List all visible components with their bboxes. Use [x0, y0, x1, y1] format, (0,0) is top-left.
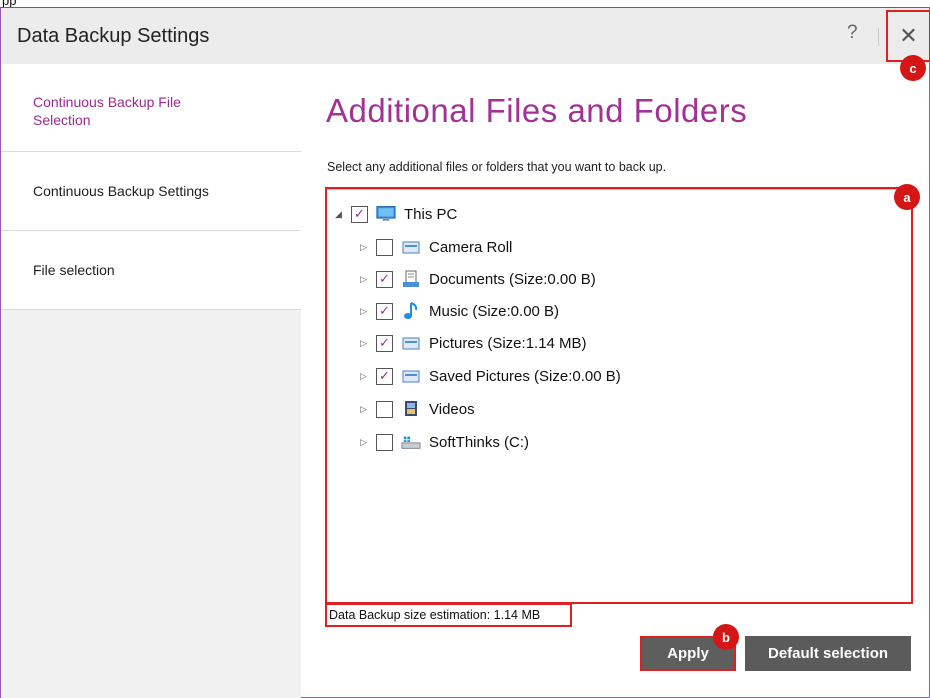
- folder-icon: [401, 334, 421, 352]
- folder-icon: [401, 367, 421, 385]
- tree-item-softthinks-drive[interactable]: ▷ SoftThinks (C:): [360, 430, 529, 454]
- tree-label: Camera Roll: [429, 238, 513, 256]
- tree-label: Saved Pictures (Size:0.00 B): [429, 367, 621, 385]
- tree-label: This PC: [404, 205, 458, 223]
- tree-item-videos[interactable]: ▷ Videos: [360, 397, 475, 421]
- tree-label: Music (Size:0.00 B): [429, 302, 560, 320]
- page-title: Additional Files and Folders: [326, 92, 748, 129]
- documents-icon: [401, 270, 421, 288]
- expand-triangle-icon[interactable]: ▷: [360, 242, 374, 253]
- collapse-triangle-icon[interactable]: ◢: [335, 209, 349, 220]
- page-description: Select any additional files or folders t…: [327, 160, 667, 174]
- sidebar: Continuous Backup File Selection Continu…: [1, 64, 301, 698]
- annotation-marker-b: b: [713, 624, 739, 650]
- expand-triangle-icon[interactable]: ▷: [360, 338, 374, 349]
- size-estimation: Data Backup size estimation: 1.14 MB: [325, 603, 572, 627]
- annotation-marker-a: a: [894, 184, 920, 210]
- annotation-marker-c: c: [900, 55, 926, 81]
- expand-triangle-icon[interactable]: ▷: [360, 371, 374, 382]
- folder-icon: [401, 238, 421, 256]
- titlebar-divider: [878, 28, 879, 46]
- sidebar-item-label: File selection: [33, 262, 115, 278]
- title-bar: Data Backup Settings ? ✕: [1, 8, 930, 64]
- checkbox-saved-pictures[interactable]: ✓: [376, 367, 393, 385]
- window-title: Data Backup Settings: [17, 25, 210, 47]
- checkbox-pictures[interactable]: ✓: [376, 334, 393, 352]
- checkbox-documents[interactable]: ✓: [376, 270, 393, 288]
- videos-icon: [401, 400, 421, 418]
- expand-triangle-icon[interactable]: ▷: [360, 437, 374, 448]
- tree-label: Documents (Size:0.00 B): [429, 270, 596, 288]
- default-selection-button[interactable]: Default selection: [745, 636, 911, 671]
- expand-triangle-icon[interactable]: ▷: [360, 306, 374, 317]
- tree-label: Pictures (Size:1.14 MB): [429, 334, 587, 352]
- checkbox-music[interactable]: ✓: [376, 302, 393, 320]
- tree-label: Videos: [429, 400, 475, 418]
- tree-label: SoftThinks (C:): [429, 433, 530, 451]
- sidebar-item-label: Continuous Backup Settings: [33, 183, 209, 199]
- drive-icon: [401, 433, 421, 451]
- tree-item-music[interactable]: ▷ ✓ Music (Size:0.00 B): [360, 299, 559, 323]
- checkbox-this-pc[interactable]: ✓: [351, 205, 368, 223]
- close-button[interactable]: ✕: [886, 10, 930, 62]
- checkbox-videos[interactable]: [376, 400, 393, 418]
- sidebar-item-label: Continuous Backup File Selection: [33, 94, 181, 128]
- close-icon: ✕: [899, 23, 918, 48]
- sidebar-item-continuous-backup-file-selection[interactable]: Continuous Backup File Selection: [1, 64, 301, 152]
- checkbox-softthinks[interactable]: [376, 433, 393, 451]
- tree-item-documents[interactable]: ▷ ✓ Documents (Size:0.00 B): [360, 267, 596, 291]
- sidebar-item-continuous-backup-settings[interactable]: Continuous Backup Settings: [1, 152, 301, 231]
- expand-triangle-icon[interactable]: ▷: [360, 274, 374, 285]
- file-tree: ◢ ✓ This PC ▷ Camera Roll ▷ ✓ Documents …: [325, 187, 913, 604]
- tree-root-this-pc[interactable]: ◢ ✓ This PC: [335, 202, 457, 226]
- tree-item-saved-pictures[interactable]: ▷ ✓ Saved Pictures (Size:0.00 B): [360, 364, 621, 388]
- music-icon: [401, 302, 421, 320]
- checkbox-camera-roll[interactable]: [376, 238, 393, 256]
- tree-item-camera-roll[interactable]: ▷ Camera Roll: [360, 235, 512, 259]
- tree-top-border: [327, 189, 911, 190]
- sidebar-item-file-selection[interactable]: File selection: [1, 231, 301, 310]
- expand-triangle-icon[interactable]: ▷: [360, 404, 374, 415]
- tree-item-pictures[interactable]: ▷ ✓ Pictures (Size:1.14 MB): [360, 331, 587, 355]
- help-button[interactable]: ?: [847, 22, 858, 44]
- monitor-icon: [376, 205, 396, 223]
